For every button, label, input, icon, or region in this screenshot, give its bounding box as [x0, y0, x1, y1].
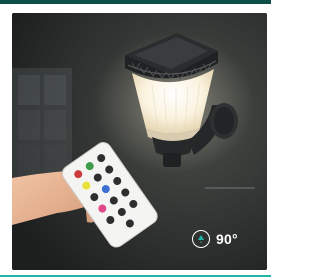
product-gallery: 90° — [0, 0, 271, 280]
bottom-accent — [0, 272, 271, 280]
rotate-icon — [192, 230, 210, 248]
product-image[interactable]: 90° — [12, 13, 267, 270]
rotation-label: 90° — [216, 231, 238, 247]
rotation-badge: 90° — [192, 230, 238, 248]
bottom-accent-line — [0, 275, 271, 277]
top-bar — [0, 0, 271, 4]
